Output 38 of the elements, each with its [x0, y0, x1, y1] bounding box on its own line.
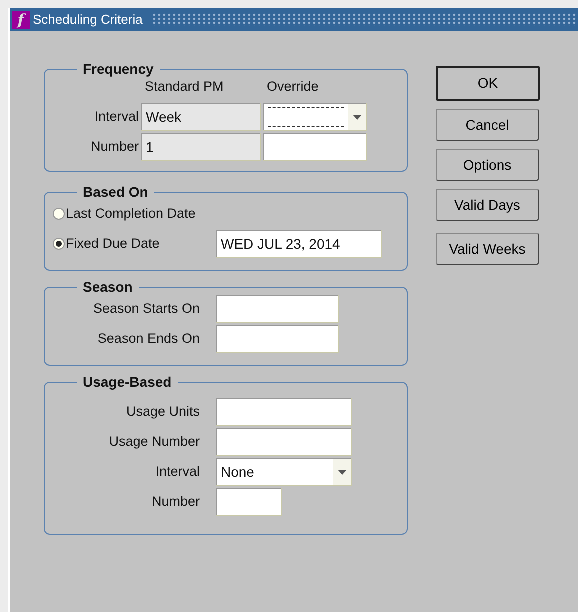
- field-label: Interval: [94, 108, 139, 126]
- caret-icon: [352, 114, 362, 120]
- caret-icon: [338, 470, 346, 475]
- field-label: Number: [90, 138, 139, 156]
- radio-button[interactable]: [53, 208, 65, 220]
- dialog-button[interactable]: OK: [436, 66, 540, 101]
- frequency-heading: Frequency: [82, 61, 155, 77]
- season-heading: Season: [82, 279, 134, 296]
- input-field[interactable]: [216, 398, 352, 426]
- date-field[interactable]: WED JUL 23, 2014: [216, 230, 382, 258]
- app-icon: f: [12, 10, 30, 28]
- radio-label[interactable]: Last Completion Date: [66, 204, 216, 224]
- dialog-button[interactable]: Valid Days: [436, 189, 539, 221]
- input-field[interactable]: [216, 428, 352, 456]
- dropdown-field[interactable]: [263, 103, 367, 132]
- field-label: Interval: [154, 463, 200, 482]
- input-field: 1: [141, 133, 261, 162]
- column-header: Standard PM: [144, 78, 225, 96]
- input-field[interactable]: [263, 133, 367, 162]
- dialog-button[interactable]: Options: [436, 149, 539, 181]
- field-label: Number: [150, 493, 200, 512]
- column-header: Override: [266, 78, 320, 96]
- window-title: Scheduling Criteria: [33, 10, 143, 29]
- radio-button[interactable]: [53, 238, 65, 250]
- dialog-button[interactable]: Cancel: [436, 109, 539, 141]
- dialog-button[interactable]: Valid Weeks: [436, 233, 539, 265]
- usage-based-heading: Usage-Based: [82, 374, 173, 390]
- input-field[interactable]: [216, 295, 339, 324]
- field-label: Season Starts On: [92, 300, 200, 318]
- input-field: Week: [141, 103, 261, 132]
- field-label: Usage Number: [108, 433, 200, 452]
- based-on-heading: Based On: [82, 184, 150, 200]
- field-label: Season Ends On: [96, 330, 200, 348]
- field-label: Usage Units: [125, 403, 200, 422]
- input-field[interactable]: [216, 488, 282, 516]
- radio-label[interactable]: Fixed Due Date: [66, 234, 216, 254]
- dropdown-field[interactable]: None: [216, 458, 352, 486]
- input-field[interactable]: [216, 325, 339, 354]
